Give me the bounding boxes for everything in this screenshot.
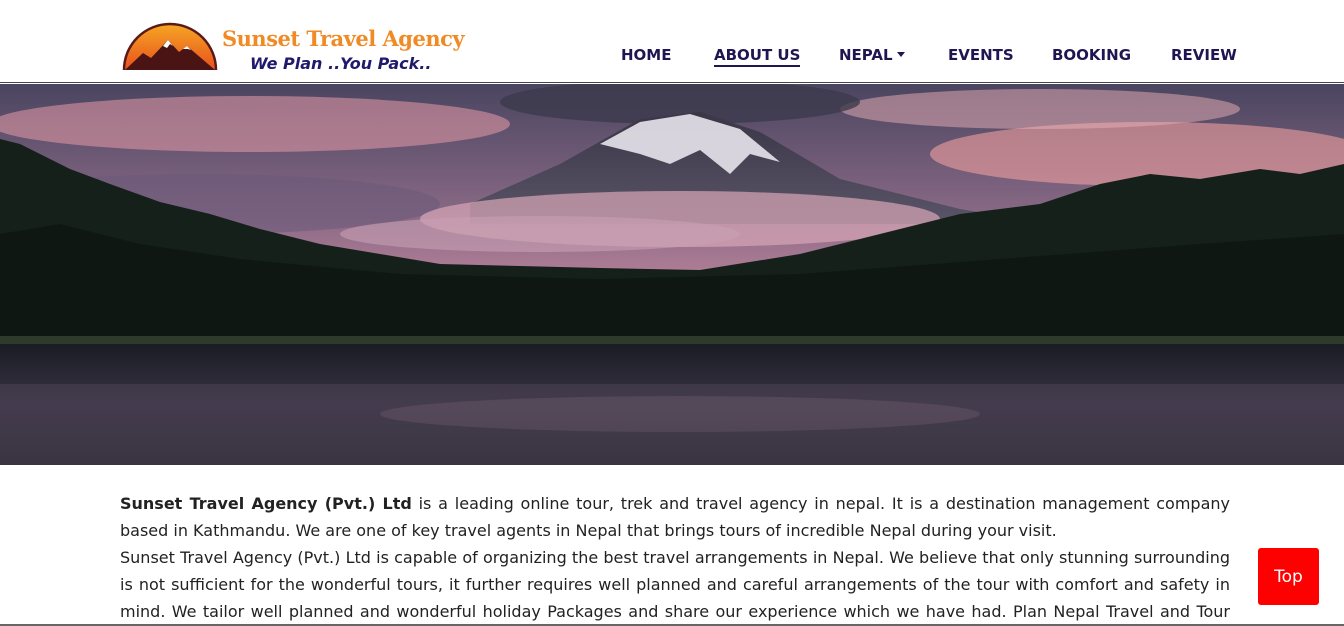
nav-review[interactable]: REVIEW — [1171, 46, 1237, 64]
company-name-bold: Sunset Travel Agency (Pvt.) Ltd — [120, 494, 412, 513]
main-navigation: HOME ABOUT US NEPAL EVENTS BOOKING REVIE… — [0, 46, 1344, 70]
about-content: Sunset Travel Agency (Pvt.) Ltd is a lea… — [120, 490, 1230, 626]
nav-nepal-label: NEPAL — [839, 46, 893, 64]
nav-nepal-dropdown[interactable]: NEPAL — [839, 46, 905, 64]
mountain-lake-image — [0, 84, 1344, 465]
back-to-top-button[interactable]: Top — [1258, 548, 1319, 605]
caret-down-icon — [896, 52, 905, 57]
nav-home[interactable]: HOME — [621, 46, 671, 64]
about-paragraph-2: Sunset Travel Agency (Pvt.) Ltd is capab… — [120, 548, 1230, 621]
site-header: Sunset Travel Agency We Plan ..You Pack.… — [0, 0, 1344, 83]
hero-banner — [0, 84, 1344, 465]
nav-booking[interactable]: BOOKING — [1052, 46, 1131, 64]
about-intro-paragraph: Sunset Travel Agency (Pvt.) Ltd is a lea… — [120, 490, 1230, 544]
nav-about-us[interactable]: ABOUT US — [714, 46, 801, 67]
nav-events[interactable]: EVENTS — [948, 46, 1014, 64]
